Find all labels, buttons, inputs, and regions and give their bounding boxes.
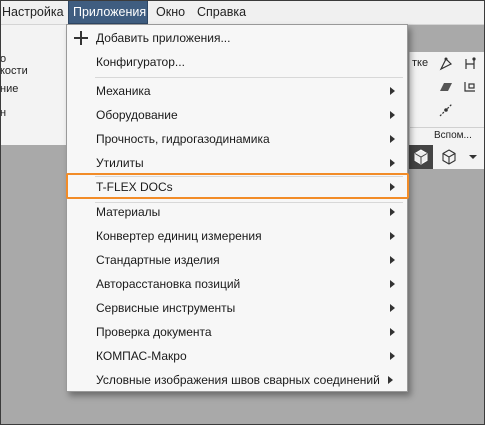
menu-item-standard-parts[interactable]: Стандартные изделия xyxy=(67,249,407,272)
submenu-arrow-icon xyxy=(388,376,393,384)
menu-settings[interactable]: Настройка xyxy=(2,0,64,24)
axis-icon[interactable] xyxy=(438,102,454,118)
menu-item-auto-positions[interactable]: Авторасстановка позиций xyxy=(67,273,407,296)
plus-icon xyxy=(74,31,88,45)
submenu-arrow-icon xyxy=(390,256,395,264)
view-toolbar xyxy=(409,145,485,169)
ribbon-left-text-2: кости xyxy=(0,65,28,77)
ribbon-left-text-1: о xyxy=(0,53,7,65)
ribbon-right-separator xyxy=(410,127,485,128)
menu-item-label: Добавить приложения... xyxy=(96,31,231,45)
menu-item-label: Прочность, гидрогазодинамика xyxy=(96,132,270,146)
submenu-arrow-icon xyxy=(390,352,395,360)
ribbon-left-text-4: н xyxy=(0,107,7,119)
menu-item-document-check[interactable]: Проверка документа xyxy=(67,321,407,344)
submenu-arrow-icon xyxy=(390,328,395,336)
menu-item-label: Оборудование xyxy=(96,108,178,122)
points-icon[interactable] xyxy=(462,56,478,72)
submenu-arrow-icon xyxy=(390,135,395,143)
menu-item-label: Утилиты xyxy=(96,156,144,170)
submenu-arrow-icon xyxy=(390,208,395,216)
ribbon-left-text-3: ние xyxy=(0,83,19,95)
menu-item-label: T-FLEX DOCs xyxy=(96,180,173,194)
submenu-arrow-icon xyxy=(390,304,395,312)
menu-item-label: Авторасстановка позиций xyxy=(96,277,241,291)
submenu-arrow-icon xyxy=(390,280,395,288)
chevron-down-icon xyxy=(469,155,477,159)
applications-dropdown-menu: Добавить приложения... Конфигуратор... М… xyxy=(66,24,408,392)
menu-separator xyxy=(95,77,403,78)
menu-window[interactable]: Окно xyxy=(156,0,185,24)
menu-help[interactable]: Справка xyxy=(197,0,246,24)
menu-item-label: КОМПАС-Макро xyxy=(96,349,187,363)
ribbon-right-label-top: тке xyxy=(412,57,429,69)
menu-item-unit-converter[interactable]: Конвертер единиц измерения xyxy=(67,225,407,248)
menu-item-utilities[interactable]: Утилиты xyxy=(67,152,407,175)
menu-applications[interactable]: Приложения xyxy=(68,0,148,24)
menu-item-label: Конвертер единиц измерения xyxy=(96,229,262,243)
menu-item-label: Конфигуратор... xyxy=(96,55,185,69)
menu-item-materials[interactable]: Материалы xyxy=(67,201,407,224)
menu-item-configurator[interactable]: Конфигуратор... xyxy=(67,51,407,74)
auxiliary-geometry-icon[interactable] xyxy=(438,56,454,72)
display-mode-dropdown[interactable] xyxy=(463,145,483,169)
menu-item-kompas-macro[interactable]: КОМПАС-Макро xyxy=(67,345,407,368)
menu-item-label: Механика xyxy=(96,84,151,98)
ribbon-right-label-aux: Вспом... xyxy=(434,130,472,141)
menubar: Настройка Приложения Окно Справка xyxy=(0,0,485,25)
menu-item-tflex-docs[interactable]: T-FLEX DOCs xyxy=(67,176,407,199)
menu-item-add-applications[interactable]: Добавить приложения... xyxy=(67,27,407,50)
menu-item-service-tools[interactable]: Сервисные инструменты xyxy=(67,297,407,320)
submenu-arrow-icon xyxy=(390,159,395,167)
menu-item-equipment[interactable]: Оборудование xyxy=(67,104,407,127)
submenu-arrow-icon xyxy=(390,183,395,191)
submenu-arrow-icon xyxy=(390,111,395,119)
view-orientation-button[interactable] xyxy=(409,145,433,169)
menu-item-strength[interactable]: Прочность, гидрогазодинамика xyxy=(67,128,407,151)
cube-icon xyxy=(414,149,428,165)
submenu-arrow-icon xyxy=(390,87,395,95)
submenu-arrow-icon xyxy=(390,232,395,240)
wireframe-cube-icon xyxy=(442,149,456,165)
menu-item-label: Сервисные инструменты xyxy=(96,301,236,315)
ribbon-panel-right: тке Вспом... xyxy=(409,52,485,145)
coordinate-system-icon[interactable] xyxy=(462,79,478,95)
menu-item-label: Материалы xyxy=(96,205,161,219)
ribbon-panel-left: о кости ние н xyxy=(0,25,67,145)
plane-icon[interactable] xyxy=(438,79,454,95)
menu-item-label: Проверка документа xyxy=(96,325,212,339)
menu-item-label: Стандартные изделия xyxy=(96,253,220,267)
display-mode-button[interactable] xyxy=(435,145,463,169)
menu-item-weld-symbols[interactable]: Условные изображения швов сварных соедин… xyxy=(67,369,407,392)
menu-item-label: Условные изображения швов сварных соедин… xyxy=(96,373,380,387)
menu-item-mechanics[interactable]: Механика xyxy=(67,80,407,103)
